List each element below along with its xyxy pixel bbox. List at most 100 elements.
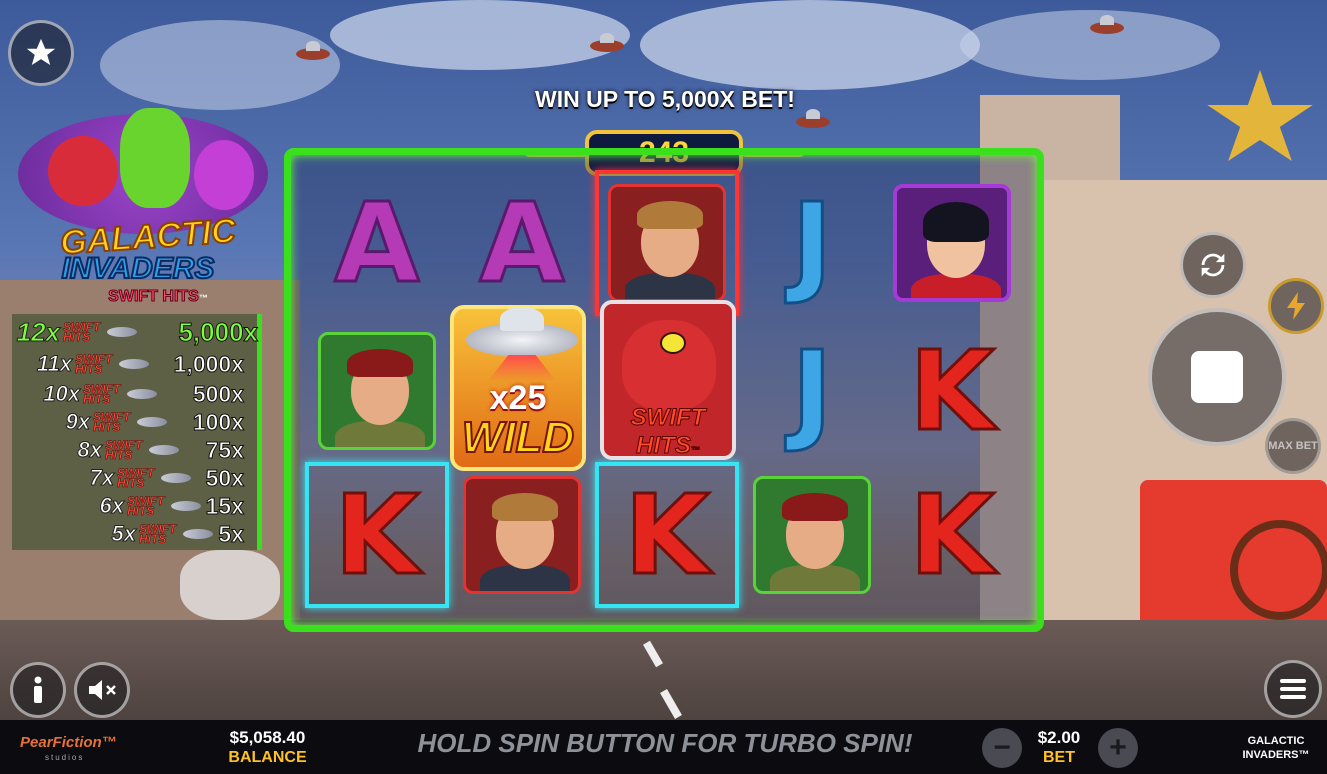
lady-hair — [923, 202, 989, 242]
wild-label: WILD — [461, 412, 575, 463]
red-monster — [622, 320, 716, 410]
symbol-k: K — [908, 326, 996, 457]
road — [0, 620, 1327, 720]
paytable-swift-label: SWIFT HITS — [75, 352, 113, 376]
hamburger-icon — [1280, 679, 1306, 699]
studio-logo-sub: studios — [45, 753, 85, 762]
swift-hits-paytable: 12x SWIFT HITS 5,000x 11x SWIFT HITS 1,0… — [12, 314, 262, 550]
reel-5-row-3: K — [880, 462, 1024, 608]
symbol-a: A — [333, 178, 421, 309]
stop-square-icon — [1191, 351, 1243, 403]
bet-label: BET — [1043, 749, 1075, 766]
reel-4-row-1: J — [740, 170, 884, 316]
star-sign — [1207, 70, 1313, 161]
logo-tm: ™ — [198, 293, 208, 303]
reel-3-row-3: K — [595, 462, 739, 608]
swift-label-line2: HITS — [636, 432, 692, 460]
ufo-icon — [137, 417, 167, 427]
reel-5-row-2: K — [880, 318, 1024, 464]
agent-hair — [492, 493, 558, 521]
spin-button[interactable] — [1148, 308, 1286, 446]
soldier-beret — [782, 493, 848, 521]
game-name-line2: INVADERS™ — [1242, 749, 1310, 761]
paytable-mult: 10x — [43, 381, 81, 407]
paytable-row: 10x SWIFT HITS 500x — [12, 380, 262, 408]
agent-symbol — [608, 184, 726, 302]
lady-symbol — [893, 184, 1011, 302]
bet-increase-button[interactable]: + — [1098, 728, 1138, 768]
bet-decrease-button[interactable]: − — [982, 728, 1022, 768]
paytable-row: 9x SWIFT HITS 100x — [12, 408, 262, 436]
info-button[interactable] — [10, 662, 66, 718]
paytable-payout: 5x — [218, 520, 245, 547]
studio-logo: PearFiction™ — [20, 734, 117, 751]
paytable-mult: 9x — [65, 409, 90, 435]
cloud — [960, 10, 1220, 80]
symbol-k: K — [333, 470, 421, 601]
swift-label-line1: SWIFT — [630, 404, 706, 432]
favorite-button[interactable] — [8, 20, 74, 86]
agent-symbol — [463, 476, 581, 594]
sound-button[interactable] — [74, 662, 130, 718]
paytable-swift-label: SWIFT HITS — [83, 382, 121, 406]
road-line — [660, 689, 682, 719]
paytable-mult: 8x — [77, 437, 102, 463]
small-ufo-icon — [296, 41, 330, 60]
paytable-payout: 1,000x — [173, 350, 244, 377]
cloud — [330, 0, 630, 70]
ufo-icon — [149, 445, 179, 455]
status-message: HOLD SPIN BUTTON FOR TURBO SPIN! — [417, 728, 913, 758]
reel-1-row-1: A — [305, 170, 449, 316]
cloud — [100, 20, 340, 110]
balance-value: $5,058.40 — [229, 728, 306, 747]
bet-value: $2.00 — [1037, 728, 1081, 747]
agent-suit — [625, 273, 715, 299]
balance-label: BALANCE — [228, 749, 307, 766]
agent-hair — [637, 201, 703, 229]
reel-3-row-1 — [595, 170, 739, 316]
ufo-icon — [107, 327, 137, 337]
game-name: GALACTIC INVADERS™ — [1230, 734, 1322, 762]
ufo-icon — [119, 359, 149, 369]
paytable-payout: 50x — [205, 464, 244, 491]
info-icon — [34, 676, 42, 703]
max-win-headline: WIN UP TO 5,000X BET! — [535, 86, 795, 112]
reel-2-row-1: A — [450, 170, 594, 316]
star-icon — [26, 38, 56, 66]
paytable-mult: 5x — [111, 521, 136, 547]
soldier-uniform — [335, 421, 425, 447]
paytable-mult: 12x — [16, 316, 60, 347]
reel-1-row-2 — [305, 318, 449, 464]
menu-button[interactable] — [1264, 660, 1322, 718]
swift-hits-label: SWIFT HITS™ — [604, 404, 732, 460]
reel-5-row-1 — [880, 170, 1024, 316]
paytable-row: 5x SWIFT HITS 5x — [12, 520, 262, 548]
symbol-j: J — [790, 326, 834, 457]
game-logo: GALACTIC INVADERS SWIFT HITS™ — [8, 104, 278, 314]
small-ufo-icon — [590, 33, 624, 52]
paytable-swift-label: SWIFT HITS — [117, 466, 155, 490]
logo-subtitle-text: SWIFT HITS — [108, 288, 200, 306]
paytable-row: 6x SWIFT HITS 15x — [12, 492, 262, 520]
symbol-k: K — [908, 470, 996, 601]
max-bet-button[interactable]: MAX BET — [1265, 418, 1321, 474]
lightning-icon — [1287, 292, 1305, 320]
paytable-mult: 7x — [89, 465, 114, 491]
soldier-symbol — [753, 476, 871, 594]
paytable-swift-label: SWIFT HITS — [63, 320, 101, 344]
wild-symbol: x25 WILD — [450, 305, 586, 471]
ufo-icon — [183, 529, 213, 539]
soldier-uniform — [770, 565, 860, 591]
paytable-payout: 500x — [192, 380, 244, 407]
paytable-swift-label: SWIFT HITS — [127, 494, 165, 518]
soldier-beret — [347, 349, 413, 377]
symbol-j: J — [790, 178, 834, 309]
reel-4-row-2: J — [740, 318, 884, 464]
turbo-button[interactable] — [1268, 278, 1324, 334]
monster-eye — [660, 332, 686, 354]
paytable-row: 11x SWIFT HITS 1,000x — [12, 350, 262, 378]
lady-dress — [911, 274, 1001, 298]
reel-1-row-3: K — [305, 462, 449, 608]
autoplay-button[interactable] — [1180, 232, 1246, 298]
mute-icon — [89, 680, 116, 700]
